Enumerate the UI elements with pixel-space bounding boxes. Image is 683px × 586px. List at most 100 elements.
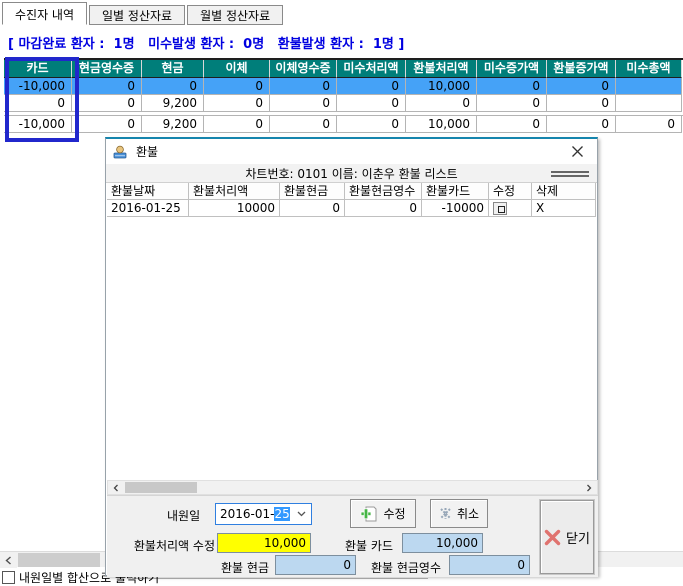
grid-cell: 0: [72, 116, 142, 133]
grid-cell: 0: [204, 78, 270, 95]
grid-cell: 0: [142, 78, 204, 95]
grid-cell: 0: [477, 78, 547, 95]
grid-cell: 10,000: [406, 78, 477, 95]
refund-amount-label: 환불처리액 수정: [119, 537, 215, 554]
table-row-total[interactable]: -10,000 0 9,200 0 0 0 10,000 0 0 0: [4, 115, 683, 133]
grid-cell-edit: [489, 200, 532, 217]
chevron-down-icon[interactable]: [297, 511, 306, 517]
grid-cell: 0: [477, 116, 547, 133]
dialog-titlebar[interactable]: 환불: [106, 139, 597, 164]
grid-cell: 0: [270, 116, 337, 133]
column-header: 환불처리액: [189, 183, 280, 200]
grid-cell: 0: [204, 116, 270, 133]
sum-by-visitdate-checkbox[interactable]: [2, 571, 15, 584]
grid-cell: [616, 78, 682, 95]
table-row[interactable]: 0 0 9,200 0 0 0 0 0 0: [4, 95, 683, 112]
edit-button-label: 수정: [383, 505, 405, 522]
grid-cell: 0: [204, 95, 270, 112]
scroll-left-arrow-icon[interactable]: [108, 481, 124, 494]
scrollbar-thumb[interactable]: [125, 482, 197, 493]
grid-cell: 2016-01-25: [107, 200, 189, 217]
column-header: 현금영수증: [72, 60, 142, 78]
scroll-left-arrow-icon[interactable]: [0, 552, 17, 568]
dialog-title: 환불: [136, 143, 158, 160]
column-header: 환불처리액: [406, 60, 477, 78]
grid-cell: 0: [406, 95, 477, 112]
cancel-icon: [439, 507, 452, 520]
settlement-grid-header: 카드 현금영수증 현금 이체 이체영수증 미수처리액 환불처리액 미수증가액 환…: [4, 60, 683, 78]
refund-cash-field[interactable]: 0: [275, 555, 356, 575]
visit-date-text: 2016-01-: [220, 507, 274, 521]
grid-cell: 0: [280, 200, 345, 217]
row-edit-button[interactable]: [493, 202, 507, 215]
scrollbar-thumb[interactable]: [18, 553, 100, 567]
column-header: 환불증가액: [547, 60, 616, 78]
grid-cell: 0: [337, 95, 406, 112]
column-header: 수정: [489, 183, 532, 200]
close-dialog-button[interactable]: 닫기: [540, 500, 594, 574]
edit-plus-icon: [360, 505, 378, 523]
grid-cell-delete[interactable]: X: [532, 200, 596, 217]
tab-strip: 수진자 내역 일별 정산자료 월별 정산자료: [2, 2, 285, 25]
tab-patient-detail[interactable]: 수진자 내역: [2, 2, 87, 25]
visit-date-combobox[interactable]: 2016-01-25: [215, 503, 312, 525]
grid-cell: 0: [477, 95, 547, 112]
groupbox-divider: [132, 578, 428, 579]
column-header: 환불현금: [280, 183, 345, 200]
grid-cell: 0: [72, 95, 142, 112]
edit-button[interactable]: 수정: [350, 499, 416, 528]
tab-daily-settlement[interactable]: 일별 정산자료: [89, 5, 185, 25]
grid-cell: 10,000: [406, 116, 477, 133]
close-button-label: 닫기: [566, 528, 590, 547]
dialog-horizontal-scrollbar[interactable]: [107, 480, 598, 495]
column-header: 환불날짜: [107, 183, 189, 200]
grid-cell: 0: [337, 116, 406, 133]
refund-cash-label: 환불 현금: [215, 559, 269, 576]
cancel-button[interactable]: 취소: [430, 499, 488, 528]
grid-cell: -10000: [422, 200, 489, 217]
column-header: 삭제: [532, 183, 596, 200]
refund-amount-input[interactable]: 10,000: [217, 533, 311, 553]
grid-cell: 0: [270, 78, 337, 95]
grid-cell: 0: [270, 95, 337, 112]
grid-cell: [616, 95, 682, 112]
refund-card-field[interactable]: 10,000: [402, 533, 483, 553]
grid-cell: 0: [547, 116, 616, 133]
refund-grid-header: 환불날짜 환불처리액 환불현금 환불현금영수 환불카드 수정 삭제: [107, 183, 596, 200]
tab-monthly-settlement[interactable]: 월별 정산자료: [187, 5, 283, 25]
refund-card-label: 환불 카드: [335, 537, 393, 554]
column-header: 환불카드: [422, 183, 489, 200]
grid-cell: 0: [616, 116, 682, 133]
column-header: 이체영수증: [270, 60, 337, 78]
close-icon[interactable]: [565, 141, 589, 162]
grid-cell: 9,200: [142, 116, 204, 133]
column-header: 이체: [204, 60, 270, 78]
table-row-selected[interactable]: -10,000 0 0 0 0 0 10,000 0 0: [4, 78, 683, 95]
grid-cell: 10000: [189, 200, 280, 217]
app-window: 수진자 내역 일별 정산자료 월별 정산자료 [ 마감완료 환자 : 1명 미수…: [0, 0, 683, 586]
refund-cash-receipt-field[interactable]: 0: [449, 555, 530, 575]
column-header: 미수증가액: [477, 60, 547, 78]
dialog-bottom-panel: 내원일 2016-01-25 수정: [107, 495, 598, 577]
column-header: 환불현금영수: [345, 183, 422, 200]
column-header: 미수처리액: [337, 60, 406, 78]
refund-dialog: 환불 차트번호: 0101 이름: 이춘우 환불 리스트 환불날짜 환불처리액 …: [105, 137, 598, 576]
grid-cell: 0: [345, 200, 422, 217]
refund-cash-receipt-label: 환불 현금영수: [359, 559, 441, 576]
cancel-button-label: 취소: [457, 505, 479, 522]
grip-icon: [551, 171, 589, 179]
refund-list-grid: 환불날짜 환불처리액 환불현금 환불현금영수 환불카드 수정 삭제 2016-0…: [107, 183, 596, 217]
visit-date-label: 내원일: [167, 507, 200, 524]
scroll-right-arrow-icon[interactable]: [581, 481, 597, 494]
grid-cell: 0: [547, 95, 616, 112]
visit-date-selected-text: 25: [274, 507, 289, 521]
card-column-annotation-box: [5, 57, 79, 142]
refund-table-row[interactable]: 2016-01-25 10000 0 0 -10000 X: [107, 200, 596, 217]
column-header: 현금: [142, 60, 204, 78]
red-x-icon: [544, 529, 561, 546]
settlement-grid: 카드 현금영수증 현금 이체 이체영수증 미수처리액 환불처리액 미수증가액 환…: [4, 58, 683, 133]
chart-header-bar: 차트번호: 0101 이름: 이춘우 환불 리스트: [106, 164, 597, 183]
column-header: 미수총액: [616, 60, 682, 78]
patient-summary-text: [ 마감완료 환자 : 1명 미수발생 환자 : 0명 환불발생 환자 : 1명…: [8, 33, 404, 52]
grid-cell: 0: [547, 78, 616, 95]
